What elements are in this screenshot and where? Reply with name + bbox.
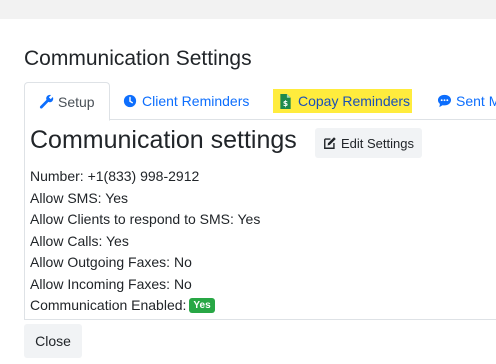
tab-client-reminders-label: Client Reminders: [142, 93, 250, 109]
tab-setup-label: Setup: [58, 93, 95, 110]
clients-respond-row: Allow Clients to respond to SMS: Yes: [30, 211, 261, 227]
tab-sent-messages-label: Sent M: [456, 93, 496, 109]
communication-enabled-row: Communication Enabled: Yes: [30, 297, 215, 313]
edit-settings-button[interactable]: Edit Settings: [315, 128, 422, 158]
tab-copay-reminders-label: Copay Reminders: [298, 93, 411, 109]
backdrop-strip: [0, 0, 496, 19]
tab-setup[interactable]: Setup: [24, 82, 110, 121]
tab-bar: Setup Client Reminders $ Copay Reminders…: [24, 82, 496, 121]
edit-settings-label: Edit Settings: [341, 135, 414, 151]
communication-enabled-label: Communication Enabled:: [30, 297, 187, 313]
outgoing-faxes-row: Allow Outgoing Faxes: No: [30, 254, 192, 270]
allow-sms-row: Allow SMS: Yes: [30, 190, 129, 206]
document-dollar-icon: $: [279, 93, 294, 109]
panel-heading: Communication settings: [30, 126, 297, 154]
incoming-faxes-row: Allow Incoming Faxes: No: [30, 276, 192, 292]
modal-title: Communication Settings: [24, 47, 252, 70]
close-button[interactable]: Close: [24, 324, 82, 358]
allow-calls-row: Allow Calls: Yes: [30, 233, 129, 249]
setup-panel: Communication settings Edit Settings Num…: [24, 120, 496, 320]
tab-client-reminders[interactable]: Client Reminders: [123, 82, 249, 120]
wrench-icon: [39, 94, 54, 109]
phone-number-row: Number: +1(833) 998-2912: [30, 168, 200, 184]
comment-icon: [437, 94, 452, 109]
tab-copay-reminders[interactable]: $ Copay Reminders: [273, 89, 413, 113]
status-badge: Yes: [189, 297, 215, 313]
clock-icon: [123, 94, 138, 109]
tab-sent-messages[interactable]: Sent M: [437, 82, 496, 120]
svg-text:$: $: [283, 99, 288, 108]
edit-icon: [323, 136, 337, 150]
